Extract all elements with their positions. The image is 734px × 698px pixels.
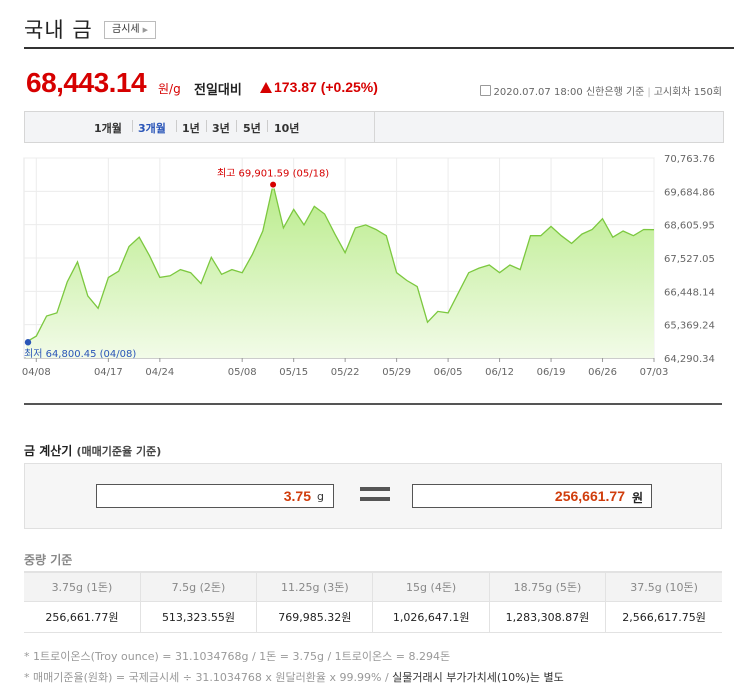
weight-input[interactable]: 3.75 g <box>96 484 334 508</box>
price-date: 2020.07.07 18:00 <box>493 87 583 98</box>
chevron-right-icon: ▶ <box>142 26 148 34</box>
y-tick-label: 68,605.95 <box>664 221 715 232</box>
price-meta-info: 2020.07.07 18:00 신한은행 기준 | 고시회차 150회 <box>479 83 722 98</box>
footnote-troy-ounce: * 1트로이온스(Troy ounce) = 31.1034768g / 1돈 … <box>24 650 451 663</box>
tab-3-years[interactable]: 3년 <box>212 120 230 136</box>
result-output: 256,661.77 원 <box>412 484 652 508</box>
x-tick-label: 06/26 <box>588 367 617 378</box>
x-tick-label: 04/24 <box>145 367 174 378</box>
x-tick-label: 05/22 <box>331 367 360 378</box>
table-header: 18.75g (5돈) <box>489 571 607 602</box>
tab-separator <box>176 120 177 132</box>
change-indicator: 173.87 (+0.25%) <box>260 79 378 95</box>
footnote-vat-text: 실물거래시 부가가치세(10%)는 별도 <box>392 671 564 684</box>
gold-price-chart[interactable]: 70,763.76 69,684.86 68,605.95 67,527.05 66,4… <box>0 146 734 386</box>
tab-1-year[interactable]: 1년 <box>182 120 200 136</box>
table-header: 11.25g (3돈) <box>256 571 374 602</box>
table-cell: 769,985.32원 <box>256 601 374 633</box>
min-point-label: 최저 64,800.45 (04/08) <box>24 348 136 360</box>
tab-separator <box>236 120 237 132</box>
change-value: 173.87 (+0.25%) <box>274 79 378 95</box>
x-tick-label: 05/08 <box>228 367 257 378</box>
tab-5-years[interactable]: 5년 <box>243 120 261 136</box>
calculator-subtitle: (매매기준율 기준) <box>76 445 162 458</box>
max-point-marker <box>269 180 278 189</box>
table-header: 37.5g (10돈) <box>605 571 722 602</box>
calculator-title: 금 계산기 (매매기준율 기준) <box>24 442 161 459</box>
y-tick-label: 65,369.24 <box>664 321 715 332</box>
tab-3-months[interactable]: 3개월 <box>138 120 166 136</box>
weight-table: 3.75g (1돈) 7.5g (2돈) 11.25g (3돈) 15g (4돈… <box>24 571 722 633</box>
title-divider <box>24 47 734 49</box>
tab-1-month[interactable]: 1개월 <box>94 120 122 136</box>
weight-unit: g <box>317 490 324 503</box>
meta-separator: | <box>647 87 651 98</box>
y-tick-label: 64,290.34 <box>664 354 715 365</box>
table-cell: 513,323.55원 <box>140 601 258 633</box>
price-unit: 원/g <box>158 82 181 96</box>
market-price-button[interactable]: 금시세 ▶ <box>104 21 156 39</box>
x-tick-label: 07/03 <box>640 367 669 378</box>
calendar-icon <box>479 85 491 96</box>
current-price: 68,443.14 <box>26 67 147 98</box>
table-header: 3.75g (1돈) <box>24 571 141 602</box>
change-label: 전일대비 <box>194 83 242 98</box>
tab-10-years[interactable]: 10년 <box>274 120 299 136</box>
tab-separator <box>267 120 268 132</box>
equals-icon <box>360 487 390 505</box>
result-unit: 원 <box>631 491 643 505</box>
calculator-title-text: 금 계산기 <box>24 444 73 458</box>
table-cell: 256,661.77원 <box>24 601 141 633</box>
up-triangle-icon <box>260 82 272 93</box>
market-price-button-label: 금시세 <box>112 24 140 35</box>
table-header: 15g (4돈) <box>372 571 490 602</box>
footnote-base-rate-text: * 매매기준율(원화) = 국제금시세 ÷ 31.1034768 x 원달러환율… <box>24 671 393 684</box>
table-cell: 1,283,308.87원 <box>489 601 607 633</box>
x-tick-label: 06/12 <box>485 367 514 378</box>
period-bar-divider <box>374 112 375 142</box>
y-tick-label: 66,448.14 <box>664 287 715 298</box>
price-source: 신한은행 기준 <box>585 87 645 98</box>
footnote-base-rate: * 매매기준율(원화) = 국제금시세 ÷ 31.1034768 x 원달러환율… <box>24 669 564 685</box>
min-point-marker <box>24 339 32 346</box>
table-header: 7.5g (2돈) <box>140 571 258 602</box>
table-header-row: 3.75g (1돈) 7.5g (2돈) 11.25g (3돈) 15g (4돈… <box>24 571 722 602</box>
max-point-label: 최고 69,901.59 (05/18) <box>217 168 329 180</box>
tab-separator <box>132 120 133 132</box>
y-tick-label: 70,763.76 <box>664 154 715 165</box>
period-tab-bar: 1개월 3개월 1년 3년 5년 10년 <box>24 111 724 143</box>
x-tick-label: 06/05 <box>434 367 463 378</box>
chart-divider <box>24 403 722 405</box>
x-tick-label: 04/17 <box>94 367 123 378</box>
y-tick-label: 67,527.05 <box>664 254 715 265</box>
x-tick-label: 05/29 <box>382 367 411 378</box>
tab-separator <box>206 120 207 132</box>
weight-input-value: 3.75 <box>283 488 311 504</box>
table-row: 256,661.77원 513,323.55원 769,985.32원 1,02… <box>24 601 722 633</box>
x-tick-label: 06/19 <box>537 367 566 378</box>
x-tick-label: 04/08 <box>22 367 51 378</box>
price-round: 고시회차 150회 <box>653 87 722 98</box>
y-tick-label: 69,684.86 <box>664 187 715 198</box>
page-title: 국내 금 <box>24 18 93 42</box>
result-value: 256,661.77 <box>554 488 625 504</box>
weight-table-title: 중량 기준 <box>24 553 73 567</box>
x-tick-label: 05/15 <box>279 367 308 378</box>
table-cell: 2,566,617.75원 <box>605 601 722 633</box>
table-cell: 1,026,647.1원 <box>372 601 490 633</box>
